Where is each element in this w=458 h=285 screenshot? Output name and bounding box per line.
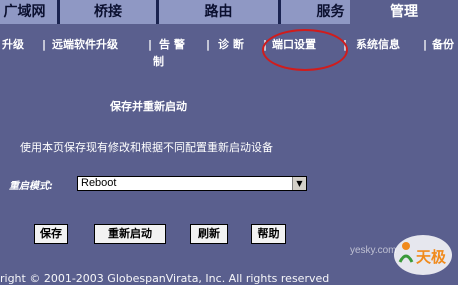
yesky-logo-icon: 天极	[394, 235, 452, 275]
annotation-ring	[262, 29, 348, 71]
sub-navigation: 升级 | 远端软件升级 | 告 警 制 | 诊 断 | 端口设置 | 系统信息 …	[0, 37, 458, 77]
reboot-button[interactable]: 重新启动	[94, 224, 166, 244]
tab-wan[interactable]: 广域网	[0, 0, 60, 24]
subnav-separator: |	[148, 38, 153, 51]
page-description: 使用本页保存现有修改和根据不同配置重新启动设备	[20, 141, 273, 154]
svg-text:天极: 天极	[416, 248, 447, 266]
tab-manage[interactable]: 管理	[350, 0, 458, 24]
subnav-separator: |	[206, 38, 211, 51]
copyright-text: right © 2001-2003 GlobespanVirata, Inc. …	[0, 272, 330, 285]
tab-route[interactable]: 路由	[159, 0, 281, 24]
subnav-item-backup[interactable]: 备份	[432, 37, 454, 52]
tab-bridge[interactable]: 桥接	[60, 0, 159, 24]
page-title: 保存并重新启动	[110, 100, 187, 113]
reboot-mode-select[interactable]: Reboot ▼	[77, 176, 307, 191]
reboot-mode-label: 重启模式:	[9, 181, 53, 192]
watermark-url: yesky.com	[350, 245, 397, 256]
reboot-mode-value: Reboot	[81, 177, 117, 189]
subnav-item-alarm-control[interactable]: 制	[153, 54, 164, 69]
refresh-button[interactable]: 刷新	[190, 224, 228, 244]
subnav-item-diagnose[interactable]: 诊 断	[218, 37, 244, 52]
subnav-item-upgrade[interactable]: 升级	[2, 37, 24, 52]
subnav-separator: |	[423, 38, 428, 51]
save-button[interactable]: 保存	[34, 224, 68, 244]
subnav-item-alarm[interactable]: 告 警	[159, 37, 185, 52]
subnav-item-remote-upgrade[interactable]: 远端软件升级	[52, 37, 118, 52]
top-tab-bar: 广域网 桥接 路由 服务 管理	[0, 0, 458, 24]
dropdown-arrow-icon[interactable]: ▼	[292, 177, 306, 190]
subnav-separator: |	[42, 38, 47, 51]
help-button[interactable]: 帮助	[251, 224, 286, 244]
subnav-item-system-info[interactable]: 系统信息	[356, 37, 400, 52]
